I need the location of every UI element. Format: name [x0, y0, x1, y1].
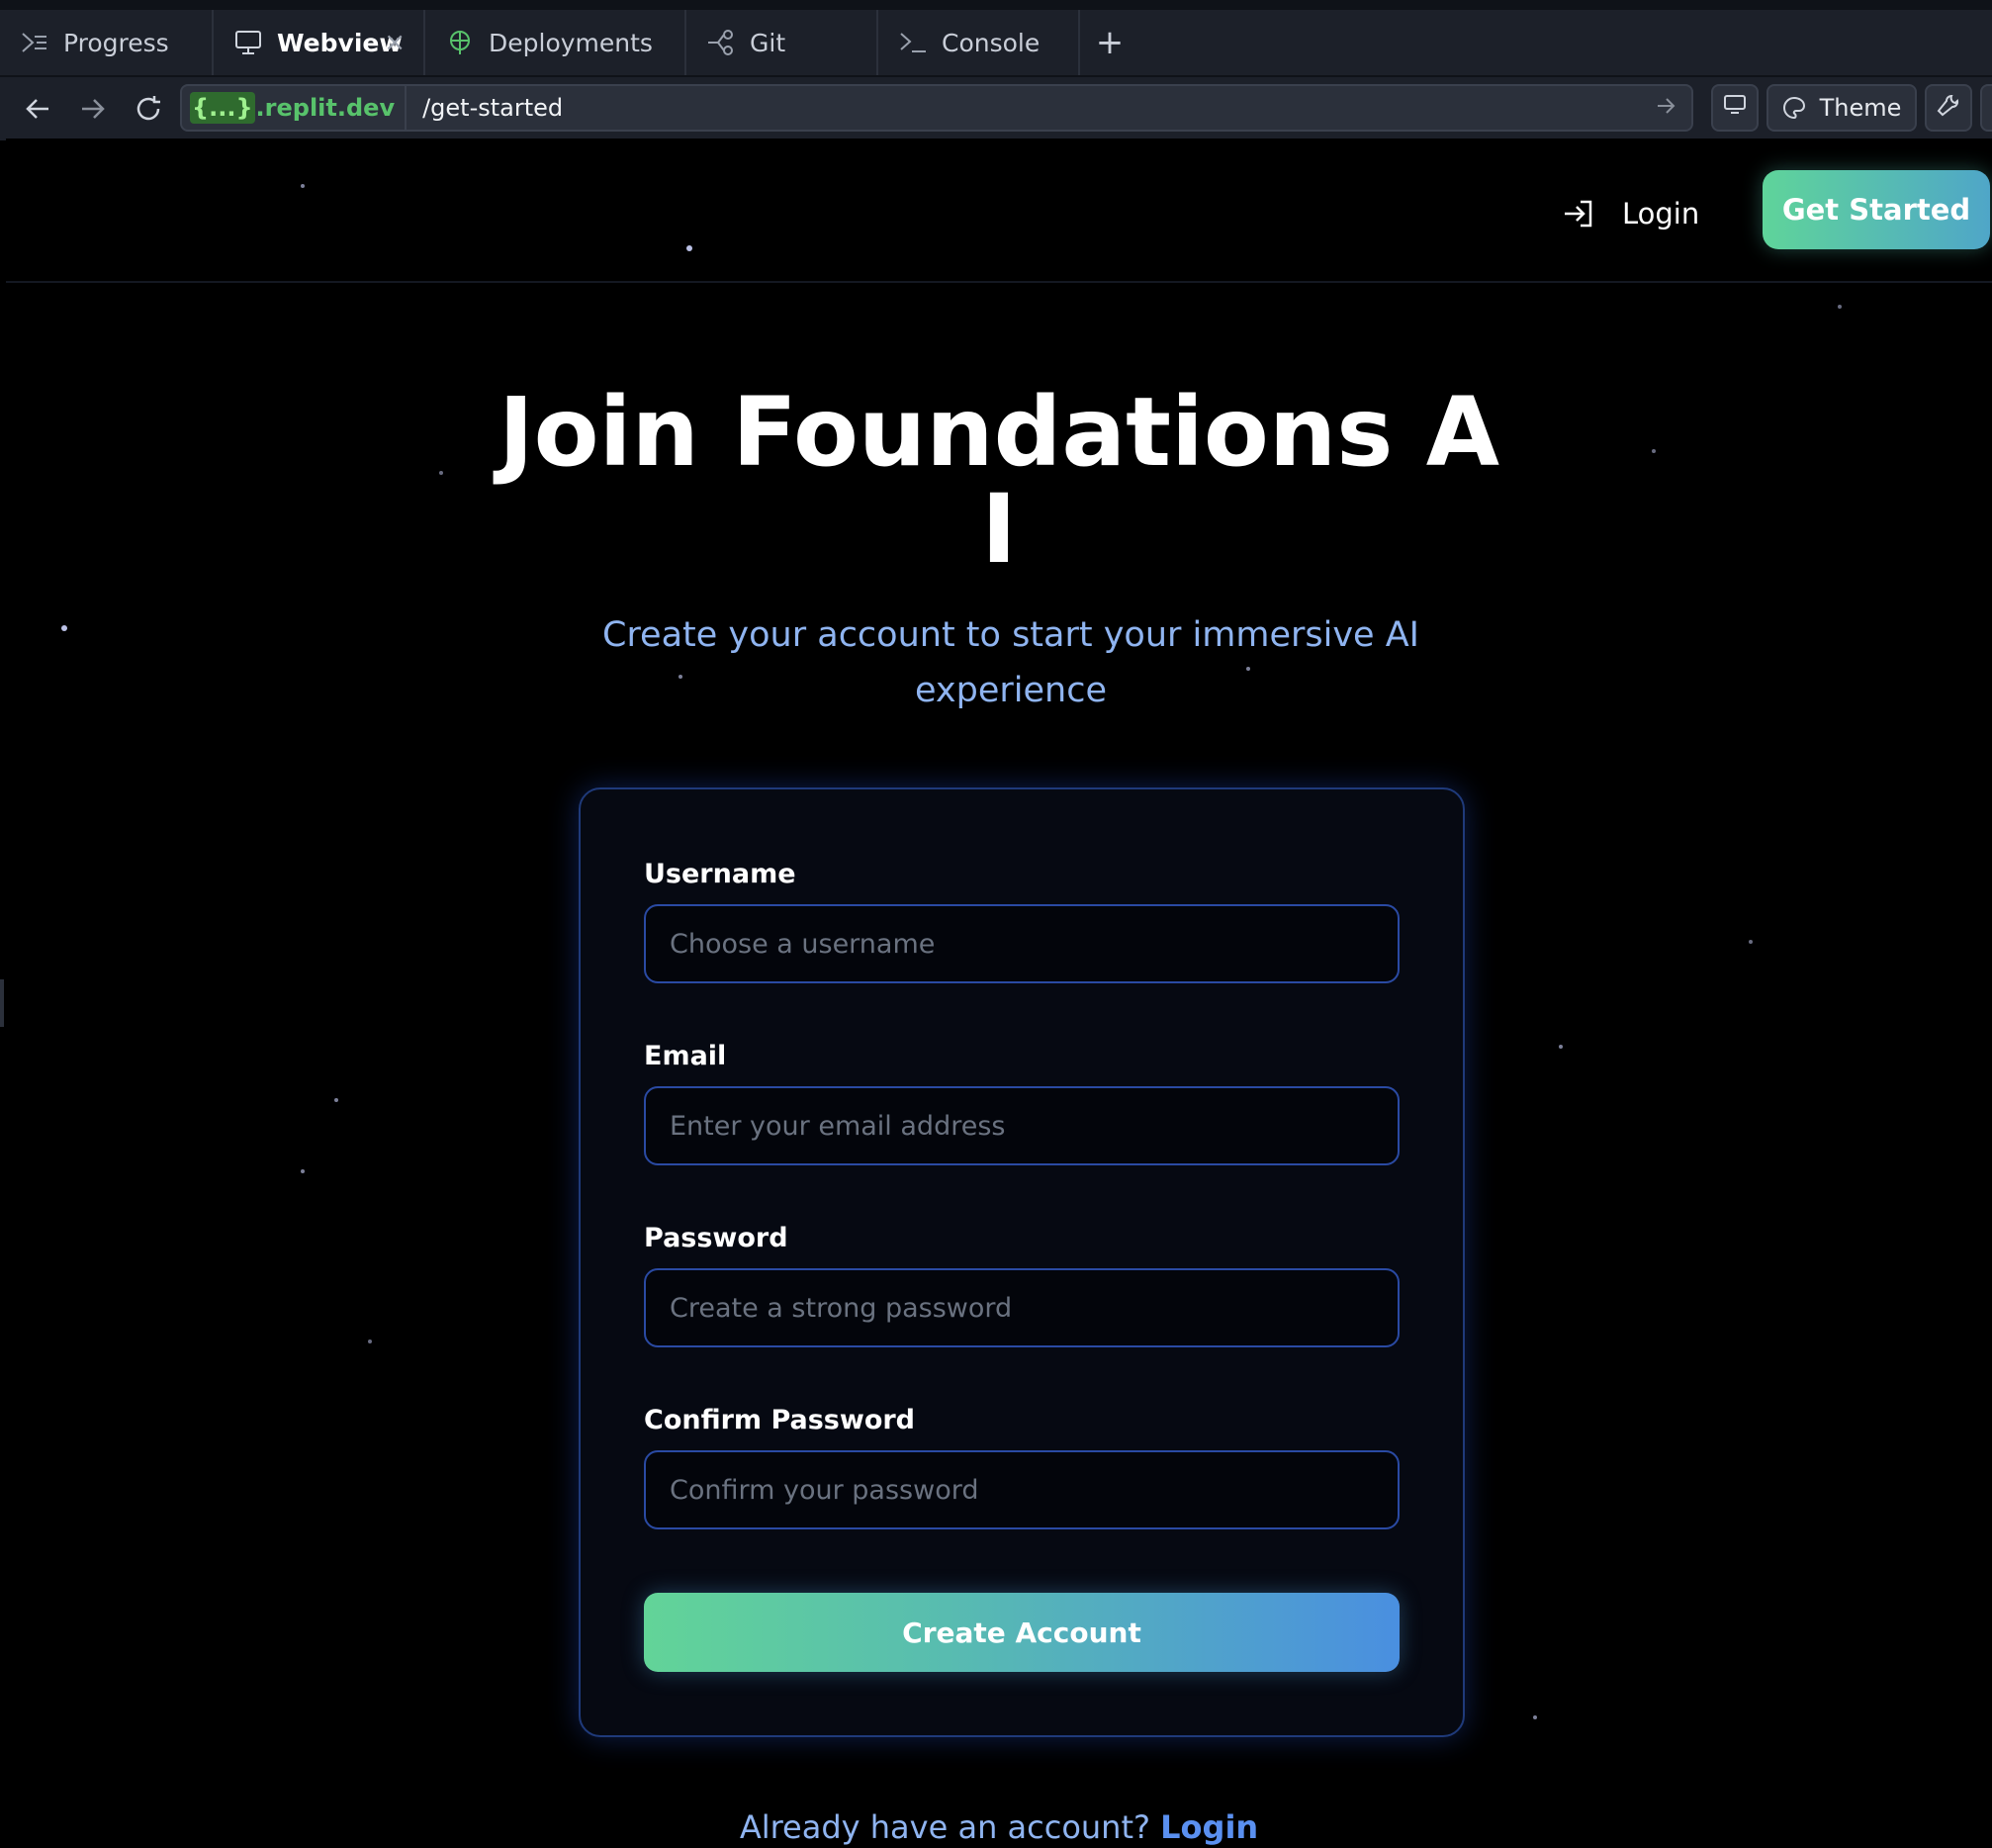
progress-icon: [20, 28, 49, 57]
tab-label: Deployments: [489, 28, 653, 57]
email-input[interactable]: [644, 1086, 1400, 1165]
confirm-password-label: Confirm Password: [644, 1405, 916, 1435]
console-icon: [898, 28, 928, 57]
url-host-suffix: .replit.dev: [255, 94, 396, 122]
get-started-button[interactable]: Get Started: [1763, 170, 1990, 249]
tab-label: Console: [942, 28, 1041, 57]
username-label: Username: [644, 859, 796, 889]
signin-login-link[interactable]: Login: [1160, 1808, 1258, 1846]
signin-prompt-text: Already have an account?: [739, 1808, 1150, 1846]
star: [1749, 940, 1753, 944]
confirm-password-input[interactable]: [644, 1450, 1400, 1529]
theme-button[interactable]: Theme: [1766, 84, 1917, 132]
tab-webview[interactable]: Webview ×: [214, 10, 425, 75]
tab-bar-strip: [0, 0, 1992, 10]
plus-icon[interactable]: +: [1080, 10, 1139, 75]
theme-label: Theme: [1819, 94, 1902, 122]
overflow-button[interactable]: [1980, 84, 1992, 132]
git-icon: [706, 28, 736, 57]
page-title: Join Foundations A I: [6, 384, 1992, 578]
password-label: Password: [644, 1223, 788, 1253]
tab-git[interactable]: Git: [686, 10, 878, 75]
devtools-button[interactable]: [1925, 84, 1972, 132]
palette-icon: [1782, 96, 1806, 120]
create-account-button[interactable]: Create Account: [644, 1593, 1400, 1672]
url-path: /get-started: [422, 94, 564, 122]
username-input[interactable]: [644, 904, 1400, 983]
resize-handle[interactable]: [0, 979, 4, 1027]
page-title-line2: I: [981, 474, 1017, 585]
star: [368, 1340, 372, 1343]
email-label: Email: [644, 1041, 727, 1071]
go-arrow-icon[interactable]: [1654, 94, 1677, 124]
url-host: {...} .replit.dev: [182, 86, 407, 130]
forward-arrow-icon[interactable]: [71, 87, 115, 131]
reload-icon[interactable]: [127, 87, 170, 131]
ide-tab-bar: Progress Webview × Deployments Git Conso…: [0, 0, 1992, 75]
url-field[interactable]: {...} .replit.dev /get-started: [180, 84, 1693, 132]
nav-login-label: Login: [1622, 197, 1700, 231]
tab-label: Git: [750, 28, 786, 57]
star: [1838, 305, 1842, 309]
tab-progress[interactable]: Progress: [0, 10, 214, 75]
signup-form: Username Email Password Confirm Password…: [579, 787, 1465, 1737]
star: [334, 1098, 338, 1102]
monitor-icon: [233, 28, 263, 57]
wrench-icon: [1937, 93, 1960, 123]
signin-prompt: Already have an account? Login: [6, 1808, 1992, 1846]
url-host-chip: {...}: [190, 92, 255, 124]
back-arrow-icon[interactable]: [16, 87, 59, 131]
login-icon: [1561, 196, 1596, 231]
tab-console[interactable]: Console: [878, 10, 1080, 75]
tab-deployments[interactable]: Deployments: [425, 10, 686, 75]
page-subtitle: Create your account to start your immers…: [602, 615, 1419, 710]
monitor-icon: [1723, 94, 1747, 122]
close-icon[interactable]: ×: [384, 28, 406, 57]
star: [1559, 1045, 1563, 1049]
tab-label: Progress: [63, 28, 169, 57]
page-title-line1: Join Foundations A: [498, 377, 1500, 488]
webview: Login Get Started Join Foundations A I C…: [6, 139, 1992, 1848]
star: [301, 1169, 305, 1173]
password-input[interactable]: [644, 1268, 1400, 1347]
site-header: Login Get Started: [6, 139, 1992, 283]
deployments-icon: [445, 28, 475, 57]
address-bar: {...} .replit.dev /get-started Theme: [0, 75, 1992, 140]
device-preview-button[interactable]: [1711, 84, 1759, 132]
star: [1533, 1715, 1537, 1719]
nav-login-link[interactable]: Login: [1561, 190, 1699, 237]
star: [61, 625, 67, 631]
